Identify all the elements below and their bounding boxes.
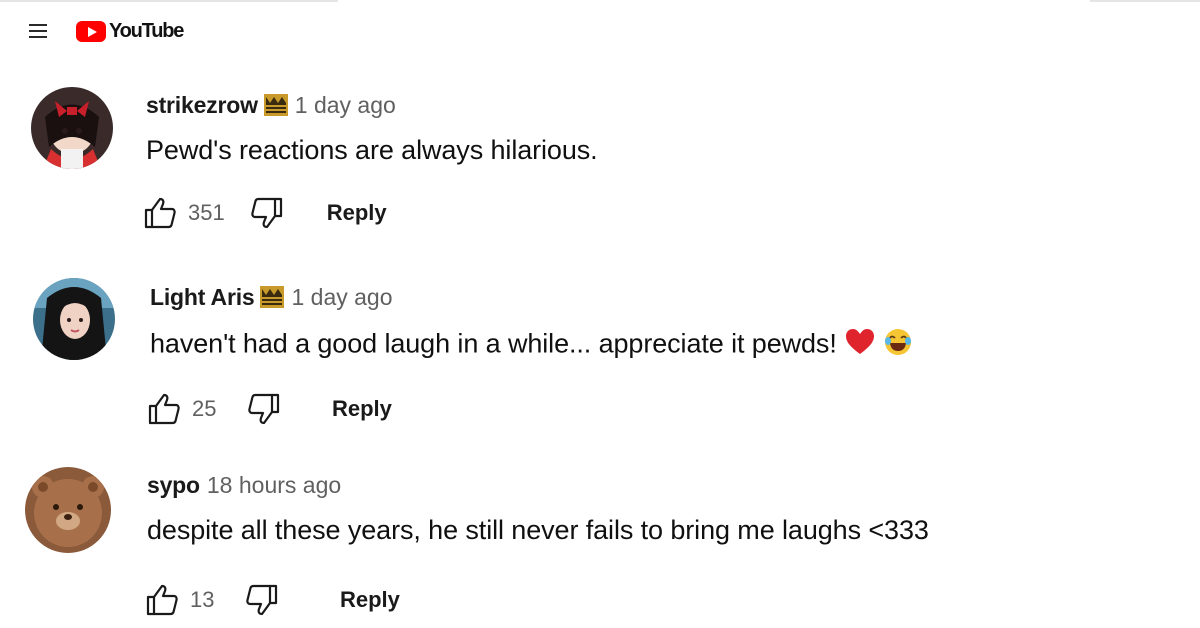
comment-text: despite all these years, he still never … — [147, 515, 929, 545]
comment-timestamp[interactable]: 1 day ago — [291, 284, 392, 311]
thumbs-up-icon[interactable] — [144, 389, 184, 429]
avatar[interactable] — [31, 87, 113, 169]
member-badge-icon[interactable] — [263, 94, 288, 116]
like-count: 13 — [190, 587, 215, 612]
hamburger-menu-icon[interactable] — [26, 21, 50, 41]
laughing-face-icon — [883, 327, 913, 364]
comment-header: strikezrow 1 day ago — [146, 90, 396, 120]
play-logo-icon — [76, 20, 106, 42]
comment-header: sypo 18 hours ago — [147, 470, 341, 500]
thumbs-down-icon[interactable] — [242, 580, 282, 620]
comment-actions: 13 Reply — [142, 580, 400, 620]
red-heart-icon — [845, 328, 875, 363]
comment-actions: 25 Reply — [144, 389, 392, 429]
comment-text-body: haven't had a good laugh in a while... a… — [150, 328, 837, 359]
thumbs-down-icon[interactable] — [244, 389, 284, 429]
thumbs-up-icon[interactable] — [142, 580, 182, 620]
like-count: 25 — [192, 396, 217, 421]
comment-author[interactable]: Light Aris — [150, 284, 255, 311]
logo-text: YouTube — [109, 19, 184, 42]
masthead: YouTube — [0, 0, 1200, 62]
like-count: 351 — [188, 200, 225, 225]
comment-author[interactable]: strikezrow — [146, 92, 258, 119]
reply-button[interactable]: Reply — [332, 396, 392, 422]
avatar[interactable] — [25, 467, 111, 553]
youtube-logo[interactable]: YouTube — [76, 18, 184, 44]
comment-author[interactable]: sypo — [147, 472, 200, 499]
comment-text: haven't had a good laugh in a while... a… — [150, 327, 913, 364]
comment-timestamp[interactable]: 1 day ago — [295, 92, 396, 119]
avatar[interactable] — [33, 278, 115, 360]
top-divider — [0, 0, 338, 2]
comment-text: Pewd's reactions are always hilarious. — [146, 135, 598, 165]
comment-header: Light Aris 1 day ago — [150, 282, 393, 312]
thumbs-down-icon[interactable] — [247, 193, 287, 233]
top-divider — [1090, 0, 1200, 2]
comment-timestamp[interactable]: 18 hours ago — [207, 472, 341, 499]
reply-button[interactable]: Reply — [327, 200, 387, 226]
reply-button[interactable]: Reply — [340, 587, 400, 613]
member-badge-icon[interactable] — [260, 286, 285, 308]
thumbs-up-icon[interactable] — [140, 193, 180, 233]
comment-actions: 351 Reply — [140, 193, 387, 233]
